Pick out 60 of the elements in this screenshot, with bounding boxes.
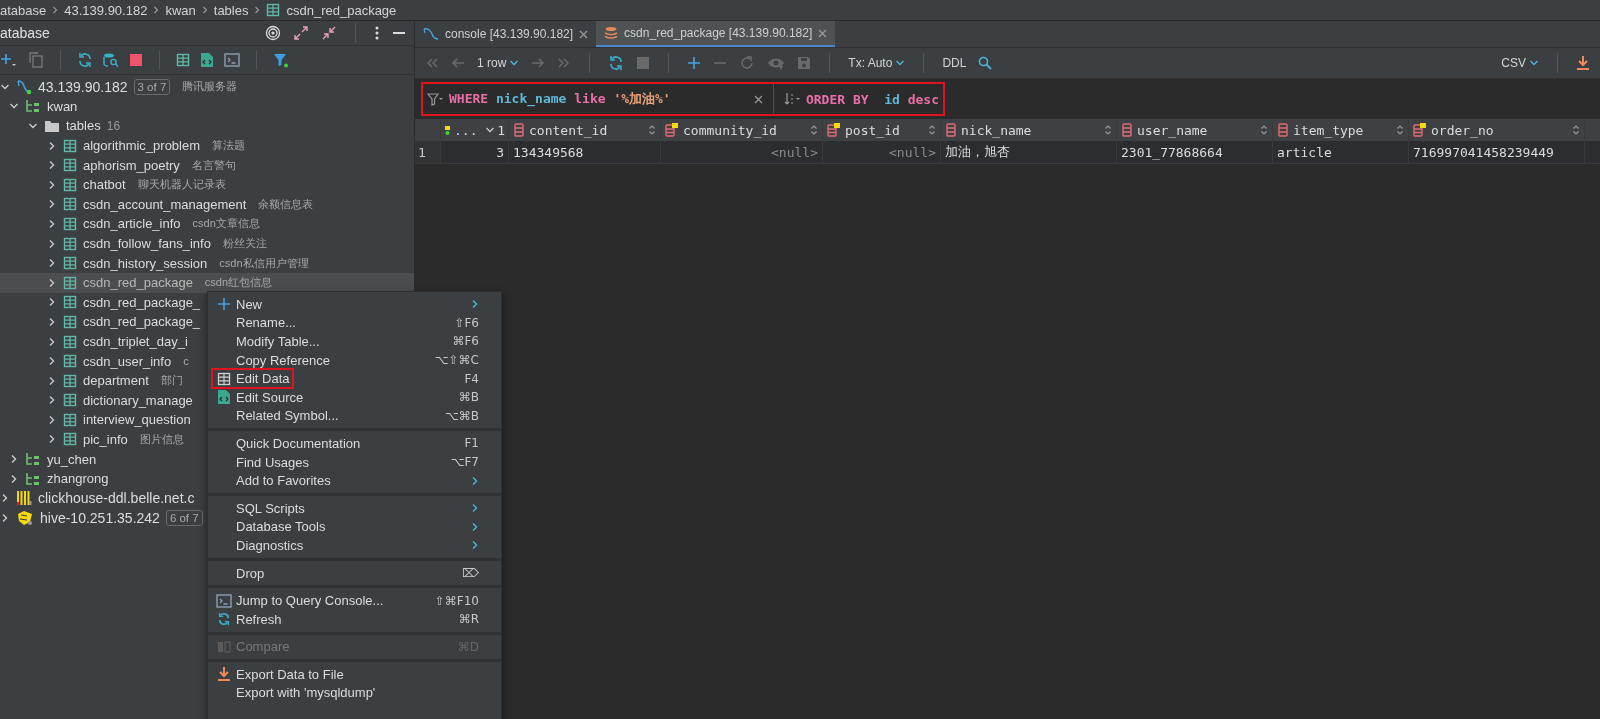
tree-item-label: pic_info [83,432,128,447]
shortcut-label: ⇧F6 [454,315,479,330]
tree-item-label: department [83,373,149,389]
table-cell: 加油，旭杏 [941,141,1117,163]
shortcut-label: ⇧⌘F10 [434,593,479,608]
table-cell: 3 [441,141,509,163]
tree-item-label: interview_question [83,412,191,428]
item-count: 16 [106,119,121,133]
table-comment: 粉丝关注 [222,236,267,252]
shortcut-label: ⌥⌘B [444,408,479,423]
table-comment: 腾讯服务器 [182,79,238,95]
shortcut-label: ⌘F6 [452,334,479,349]
tree-item-label: hive-10.251.35.242 [40,509,160,526]
shortcut-label: ⌘R [458,612,479,627]
tree-item-label: csdn_follow_fans_info [83,236,211,252]
tree-item-label: csdn_history_session [83,255,208,271]
tree-item-label: algorithmic_problem [83,138,201,154]
table-comment: csdn文章信息 [192,216,260,232]
tree-item-label: csdn_user_info [83,353,172,369]
tree-item-label: 43.139.90.182 [38,78,128,95]
table-cell: article [1273,141,1409,163]
sort-order: 1 [497,122,505,138]
table-comment: c [183,355,189,368]
table-cell: 716997041458239449 [1409,141,1585,163]
shortcut-label: F4 [464,371,479,386]
panel-title: atabase [0,25,50,41]
tree-item-label: tables [66,118,101,134]
tree-item-label: chatbot [83,177,126,193]
table-comment: 部门 [160,373,183,389]
tree-item-label: dictionary_manage [83,392,193,408]
tree-item-label: csdn_red_package [83,275,193,291]
shortcut-label: ⌥F7 [450,455,479,470]
table-comment: 图片信息 [139,432,184,447]
table-comment: 算法题 [212,138,246,154]
tree-item-label: kwan [47,98,78,114]
tree-item-label: clickhouse-ddl.belle.net.c [38,490,195,507]
row-number: 1 [415,141,441,163]
shortcut-label: ⌦ [462,566,479,580]
count-badge: 6 of 7 [165,509,203,526]
tree-item-label: csdn_article_info [83,216,181,232]
tree-item-label: csdn_red_package_ [83,294,201,310]
table-comment: csdn私信用户管理 [219,255,309,271]
shortcut-label: F1 [464,436,479,451]
tree-item-label: zhangrong [47,471,109,487]
shortcut-label: ⌥⇧⌘C [434,353,479,368]
table-cell: 134349568 [509,141,661,163]
table-comment: csdn红包信息 [204,275,273,291]
table-cell: 2301_77868664 [1117,141,1273,163]
table-comment: 余额信息表 [258,196,314,212]
table-cell: <null> [661,141,823,163]
shortcut-label: ⌘B [458,390,479,405]
tree-item-label: aphorism_poetry [83,157,180,173]
table-comment: 聊天机器人记录表 [137,177,226,193]
tree-item-label: csdn_account_management [83,196,247,212]
tree-item-label: csdn_red_package_ [83,314,201,330]
count-badge: 3 of 7 [133,78,171,95]
table-comment: 名言警句 [191,157,236,173]
tree-item-label: yu_chen [47,451,97,467]
table-cell: <null> [823,141,941,163]
tree-item-label: csdn_triplet_day_i [83,334,188,349]
